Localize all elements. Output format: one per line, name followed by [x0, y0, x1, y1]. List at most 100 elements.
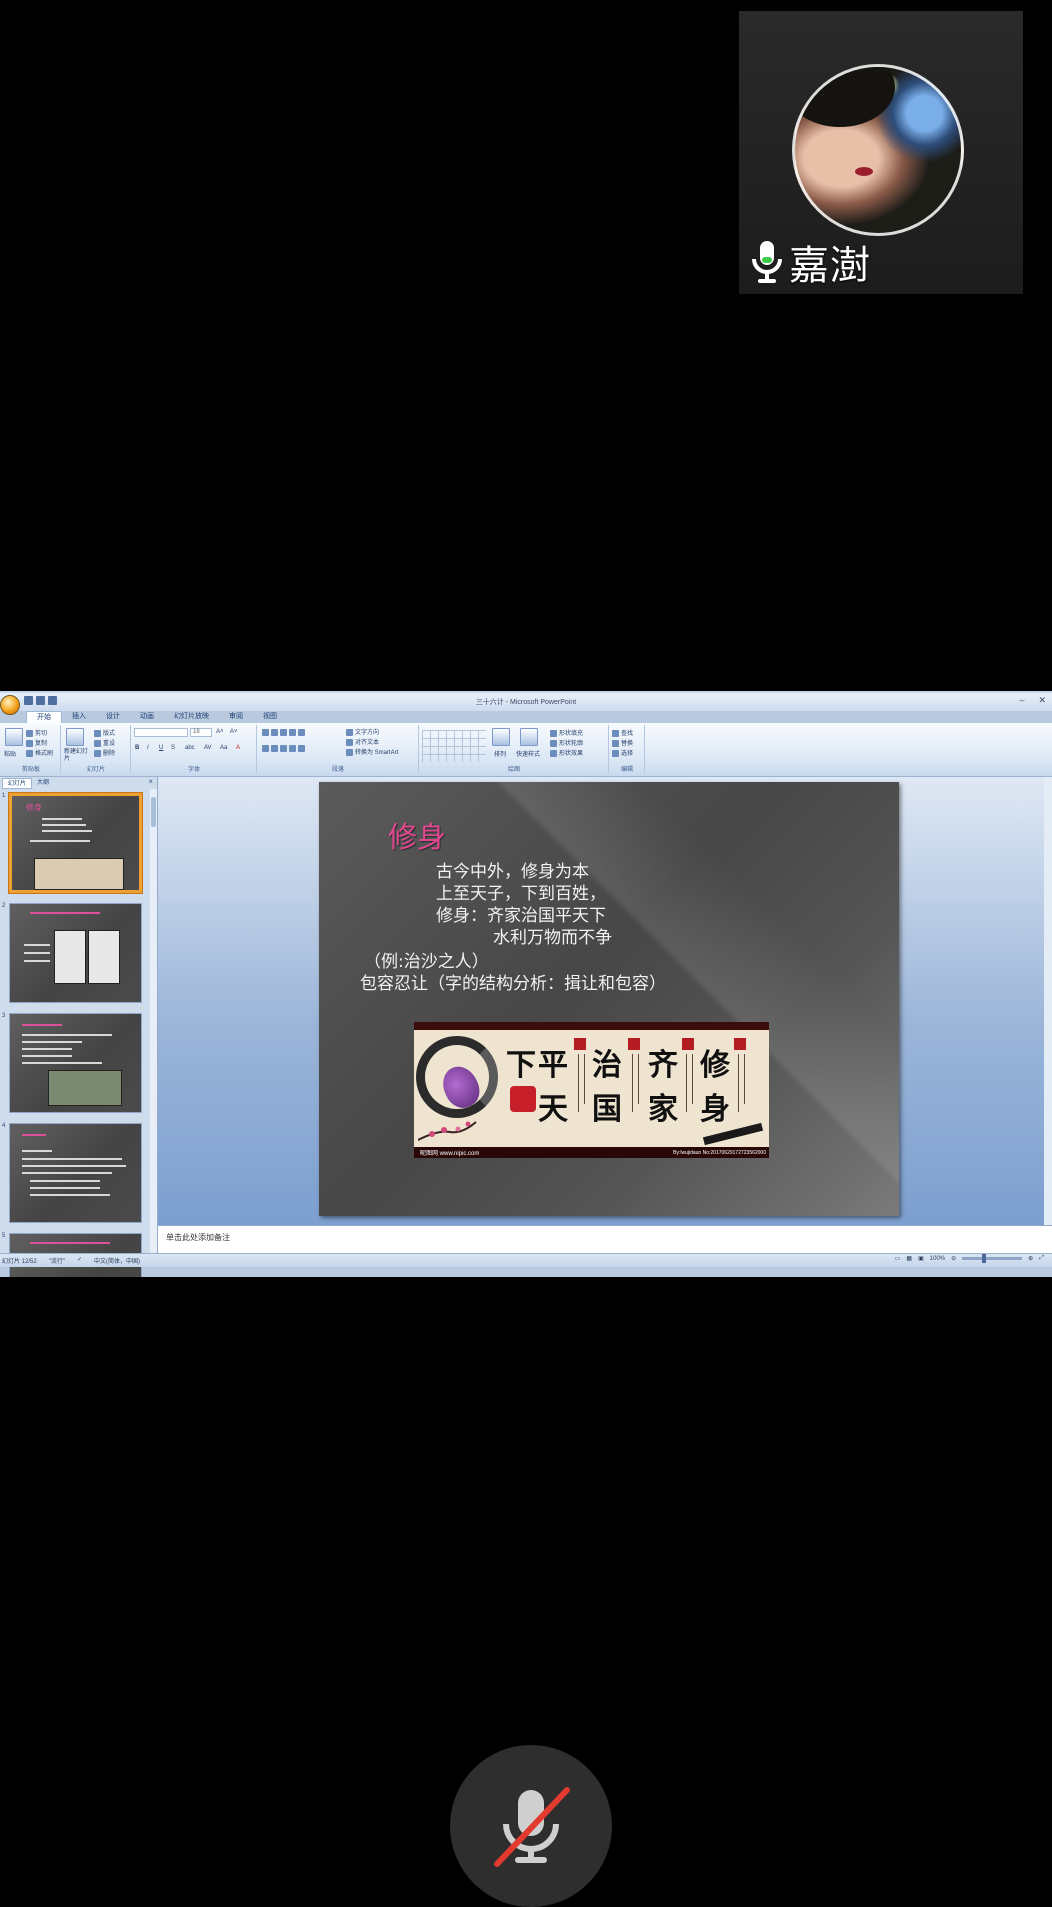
- current-slide[interactable]: 修身 古今中外，修身为本 上至天子，下到百姓， 修身：齐家治国平天下 水利万物而…: [319, 782, 899, 1216]
- align-text-button[interactable]: 对齐文本: [346, 737, 379, 746]
- new-slide-button[interactable]: [66, 728, 86, 746]
- tab-slides[interactable]: 幻灯片: [2, 778, 33, 789]
- delete-slide-button[interactable]: 删除: [94, 748, 115, 757]
- red-seal: [574, 1038, 586, 1050]
- bullets-button[interactable]: [262, 729, 307, 736]
- minimize-icon[interactable]: –: [1019, 695, 1024, 706]
- zoom-out-icon[interactable]: ⊖: [951, 1255, 956, 1262]
- fit-window-icon[interactable]: ⤢: [1039, 1255, 1044, 1262]
- grow-font-button[interactable]: A˄: [216, 729, 224, 735]
- tab-view[interactable]: 视图: [253, 711, 287, 723]
- outline-icon: [550, 739, 557, 747]
- align-buttons[interactable]: [262, 745, 307, 752]
- shape-fill-button[interactable]: 形状填充: [550, 728, 583, 737]
- zoom-level[interactable]: 100%: [930, 1256, 945, 1262]
- paste-button[interactable]: [5, 728, 25, 746]
- arrange-button[interactable]: [492, 728, 512, 746]
- case-button[interactable]: Aa: [220, 745, 227, 751]
- thumbnail-number: 5: [2, 1233, 6, 1239]
- select-button[interactable]: 选择: [612, 748, 633, 757]
- align-right-icon: [280, 745, 287, 752]
- shadow-button[interactable]: S: [171, 745, 175, 751]
- font-size-input[interactable]: 18: [190, 728, 212, 737]
- slide-editor[interactable]: 修身 古今中外，修身为本 上至天子，下到百姓， 修身：齐家治国平天下 水利万物而…: [158, 777, 1052, 1225]
- font-color-button[interactable]: A: [236, 745, 240, 751]
- quick-styles-button[interactable]: [520, 728, 540, 746]
- paragraph-group: 文字方向 对齐文本 转换为 SmartArt 段落: [258, 725, 419, 773]
- language-status: 中文(简体，中国): [93, 1259, 140, 1265]
- group-label: 剪贴板: [21, 767, 40, 773]
- reset-button[interactable]: 重设: [94, 738, 115, 747]
- numbering-icon: [271, 729, 278, 736]
- find-button[interactable]: 查找: [612, 728, 633, 737]
- normal-view-icon[interactable]: ▭: [895, 1255, 901, 1262]
- scissors-icon: [26, 729, 33, 737]
- slide-title[interactable]: 修身: [388, 814, 446, 856]
- shrink-font-button[interactable]: A˅: [230, 729, 238, 735]
- italic-button[interactable]: I: [147, 745, 149, 751]
- close-icon[interactable]: ×: [148, 777, 153, 786]
- tab-animations[interactable]: 动画: [130, 711, 164, 723]
- red-seal: [734, 1038, 746, 1050]
- slides-panel: 幻灯片 大纲 × 1 修身 2 3 4 5: [0, 777, 158, 1277]
- line-spacing-icon: [298, 729, 305, 736]
- fill-icon: [550, 729, 557, 737]
- font-name-input[interactable]: [134, 728, 188, 737]
- tab-home[interactable]: 开始: [26, 711, 62, 723]
- replace-button[interactable]: 替换: [612, 738, 633, 747]
- replace-icon: [612, 739, 619, 747]
- close-icon[interactable]: ✕: [1038, 695, 1046, 706]
- shape-effects-button[interactable]: 形状效果: [550, 748, 583, 757]
- slide-text-line[interactable]: 包容忍让（字的结构分析：揖让和包容）: [360, 969, 666, 994]
- thumbnail-number: 4: [2, 1123, 6, 1129]
- red-seal: [628, 1038, 640, 1050]
- banner-char: 平: [538, 1048, 568, 1083]
- font-group: 18 A˄ A˅ B I U S abc AV Aa A 字体: [132, 725, 257, 773]
- slide-sorter-icon[interactable]: ▦: [906, 1255, 912, 1262]
- slide-counter: 幻灯片 12/52: [2, 1259, 37, 1265]
- tab-design[interactable]: 设计: [96, 711, 130, 723]
- spellcheck-icon[interactable]: ✓: [77, 1256, 82, 1265]
- notes-pane[interactable]: 单击此处添加备注: [158, 1225, 1052, 1254]
- shape-outline-button[interactable]: 形状轮廓: [550, 738, 583, 747]
- arrange-icon: [492, 728, 510, 746]
- indent-icon: [280, 729, 287, 736]
- smartart-button[interactable]: 转换为 SmartArt: [346, 747, 398, 756]
- editor-scrollbar[interactable]: [1044, 777, 1052, 1225]
- panel-scrollbar[interactable]: [150, 789, 157, 1253]
- spacing-button[interactable]: AV: [204, 745, 212, 751]
- text-direction-icon: [346, 728, 353, 736]
- slide-text-line[interactable]: 水利万物而不争: [493, 923, 612, 948]
- text-direction-button[interactable]: 文字方向: [346, 727, 379, 736]
- window-controls: – ✕: [1019, 695, 1046, 706]
- cut-button[interactable]: 剪切: [26, 728, 47, 737]
- mute-button[interactable]: [450, 1745, 612, 1907]
- participant-tile[interactable]: 嘉澍: [739, 11, 1023, 294]
- banner-watermark: 昵图网 www.nipic.com: [420, 1151, 480, 1157]
- banner-char: 国: [592, 1092, 622, 1127]
- underline-button[interactable]: U: [159, 745, 163, 751]
- ribbon: 粘贴 剪切 复制 格式刷 剪贴板 新建幻灯片 版式 重设 删除 幻灯片 18 A…: [0, 723, 1052, 777]
- slide-banner-image[interactable]: 下 平 天 治 国 齐 家 修 身 昵图网 www.nipic.com By:l…: [414, 1022, 769, 1158]
- zoom-in-icon[interactable]: ⊕: [1028, 1255, 1033, 1262]
- quick-styles-label: 快速样式: [516, 752, 541, 758]
- bold-button[interactable]: B: [135, 745, 139, 751]
- banner-char: 治: [592, 1048, 622, 1083]
- brush-icon: [26, 749, 33, 757]
- format-painter-button[interactable]: 格式刷: [26, 748, 53, 757]
- tab-outline[interactable]: 大纲: [32, 778, 54, 789]
- tab-slideshow[interactable]: 幻灯片放映: [164, 711, 219, 723]
- shapes-gallery[interactable]: [422, 730, 486, 762]
- slideshow-icon[interactable]: ▣: [918, 1255, 924, 1262]
- shared-screen: 三十六计 - Microsoft PowerPoint – ✕ 开始 插入 设计…: [0, 691, 1052, 1277]
- group-label: 字体: [187, 767, 200, 773]
- editing-group: 查找 替换 选择 编辑: [610, 725, 645, 773]
- tab-review[interactable]: 审阅: [219, 711, 253, 723]
- justify-icon: [289, 745, 296, 752]
- bullets-icon: [262, 729, 269, 736]
- tab-insert[interactable]: 插入: [62, 711, 96, 723]
- strikethrough-button[interactable]: abc: [185, 745, 195, 751]
- zoom-slider[interactable]: [962, 1254, 1023, 1263]
- copy-button[interactable]: 复制: [26, 738, 47, 747]
- layout-button[interactable]: 版式: [94, 728, 115, 737]
